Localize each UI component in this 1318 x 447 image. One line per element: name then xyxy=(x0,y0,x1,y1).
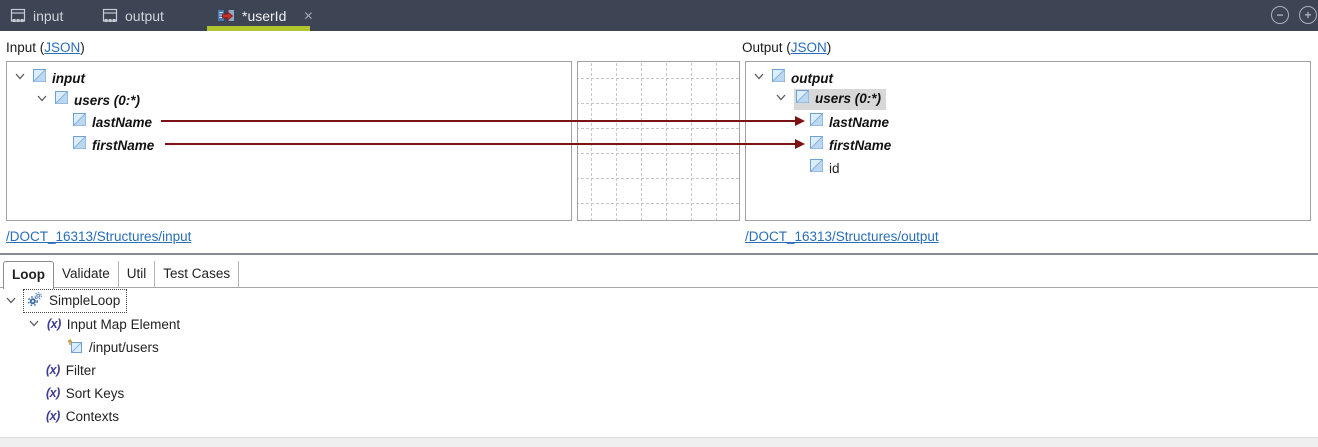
element-icon xyxy=(55,91,68,109)
node-label: users (0:*) xyxy=(815,91,881,106)
tree-node-contexts[interactable]: (x) Contexts xyxy=(46,406,119,426)
tab-userid[interactable]: *userId ✕ xyxy=(207,0,310,31)
element-icon xyxy=(810,136,823,154)
tree-node-output-users[interactable]: users (0:*) xyxy=(774,89,886,109)
structure-icon xyxy=(10,8,26,24)
tree-node-input-lastname[interactable]: lastName xyxy=(73,112,152,132)
element-icon xyxy=(73,136,86,154)
gears-icon xyxy=(27,291,43,310)
element-icon xyxy=(73,113,86,131)
mapper-editor: input output xyxy=(0,0,1318,447)
input-tree-panel: input users (0:*) lastName firstName xyxy=(6,61,572,221)
tree-node-output-firstname[interactable]: firstName xyxy=(810,135,891,155)
chevron-down-icon[interactable] xyxy=(35,91,49,110)
mapping-line-firstname[interactable] xyxy=(165,143,795,145)
tab-test-cases[interactable]: Test Cases xyxy=(155,261,239,287)
minimize-icon[interactable]: − xyxy=(1271,6,1289,24)
element-icon xyxy=(810,159,823,177)
tab-util[interactable]: Util xyxy=(119,261,156,287)
tree-node-input-root[interactable]: input xyxy=(13,68,85,88)
tab-output[interactable]: output xyxy=(102,0,164,31)
function-icon: (x) xyxy=(47,317,61,331)
node-label: input xyxy=(52,71,85,86)
title-text: ) xyxy=(80,40,85,55)
maximize-icon[interactable]: + xyxy=(1299,6,1317,24)
element-icon xyxy=(796,90,809,108)
node-label: lastName xyxy=(92,115,152,130)
node-label: Sort Keys xyxy=(66,386,125,401)
mapping-canvas[interactable] xyxy=(577,61,740,221)
mapping-arrowhead xyxy=(795,116,805,126)
editor-tab-bar: input output xyxy=(0,0,1318,31)
output-json-link[interactable]: JSON xyxy=(791,40,827,55)
close-icon[interactable]: ✕ xyxy=(303,10,313,22)
chevron-down-icon[interactable] xyxy=(27,316,41,333)
node-label: firstName xyxy=(829,138,891,153)
tree-node-input-firstname[interactable]: firstName xyxy=(73,135,154,155)
tree-node-filter[interactable]: (x) Filter xyxy=(46,360,96,380)
mapping-arrowhead xyxy=(795,139,805,149)
tree-node-simpleloop[interactable]: SimpleLoop xyxy=(4,291,126,311)
tab-label: input xyxy=(33,8,63,24)
tab-loop[interactable]: Loop xyxy=(3,261,54,289)
element-reference-icon xyxy=(67,338,83,357)
mapping-line-lastname[interactable] xyxy=(161,120,795,122)
function-icon: (x) xyxy=(46,363,60,377)
node-label: id xyxy=(829,161,840,176)
output-structure-link[interactable]: /DOCT_16313/Structures/output xyxy=(745,229,939,244)
mapping-icon xyxy=(217,8,235,24)
chevron-down-icon[interactable] xyxy=(4,293,18,310)
chevron-down-icon[interactable] xyxy=(752,69,766,88)
chevron-down-icon[interactable] xyxy=(13,69,27,88)
active-tab-underline xyxy=(207,26,310,31)
bottom-tab-bar: Loop Validate Util Test Cases xyxy=(3,261,239,289)
node-label: firstName xyxy=(92,138,154,153)
node-label: /input/users xyxy=(89,340,159,355)
input-json-link[interactable]: JSON xyxy=(44,40,80,55)
element-icon xyxy=(33,69,46,87)
chevron-down-icon[interactable] xyxy=(774,90,788,109)
input-structure-link[interactable]: /DOCT_16313/Structures/input xyxy=(6,229,191,244)
selected-node-highlight: users (0:*) xyxy=(794,89,886,110)
title-text: Input ( xyxy=(6,40,44,55)
tab-label: *userId xyxy=(242,8,286,24)
tree-node-sort-keys[interactable]: (x) Sort Keys xyxy=(46,383,124,403)
tab-input[interactable]: input xyxy=(10,0,63,31)
output-panel-title: Output (JSON) xyxy=(742,40,831,55)
structure-icon xyxy=(102,8,118,24)
title-text: Output ( xyxy=(742,40,791,55)
node-label: Contexts xyxy=(66,409,119,424)
tab-validate[interactable]: Validate xyxy=(54,261,119,287)
output-tree-panel: output users (0:*) lastName firstNa xyxy=(745,61,1311,221)
tree-node-output-root[interactable]: output xyxy=(752,68,833,88)
status-bar xyxy=(0,437,1318,447)
node-label: SimpleLoop xyxy=(49,293,120,308)
tree-node-input-users-ref[interactable]: /input/users xyxy=(67,337,159,357)
tree-node-output-lastname[interactable]: lastName xyxy=(810,112,889,132)
element-icon xyxy=(772,69,785,87)
tree-node-output-id[interactable]: id xyxy=(810,158,840,178)
node-label: Filter xyxy=(66,363,96,378)
element-icon xyxy=(810,113,823,131)
node-label: Input Map Element xyxy=(67,317,180,332)
node-label: lastName xyxy=(829,115,889,130)
node-label: output xyxy=(791,71,833,86)
title-text: ) xyxy=(827,40,832,55)
tree-node-input-users[interactable]: users (0:*) xyxy=(35,90,140,110)
node-label: users (0:*) xyxy=(74,93,140,108)
tree-node-input-map-element[interactable]: (x) Input Map Element xyxy=(27,314,180,334)
function-icon: (x) xyxy=(46,386,60,400)
input-panel-title: Input (JSON) xyxy=(6,40,85,55)
horizontal-sash[interactable] xyxy=(0,253,1318,255)
focused-node: SimpleLoop xyxy=(24,290,126,312)
tab-label: output xyxy=(125,8,164,24)
function-icon: (x) xyxy=(46,409,60,423)
